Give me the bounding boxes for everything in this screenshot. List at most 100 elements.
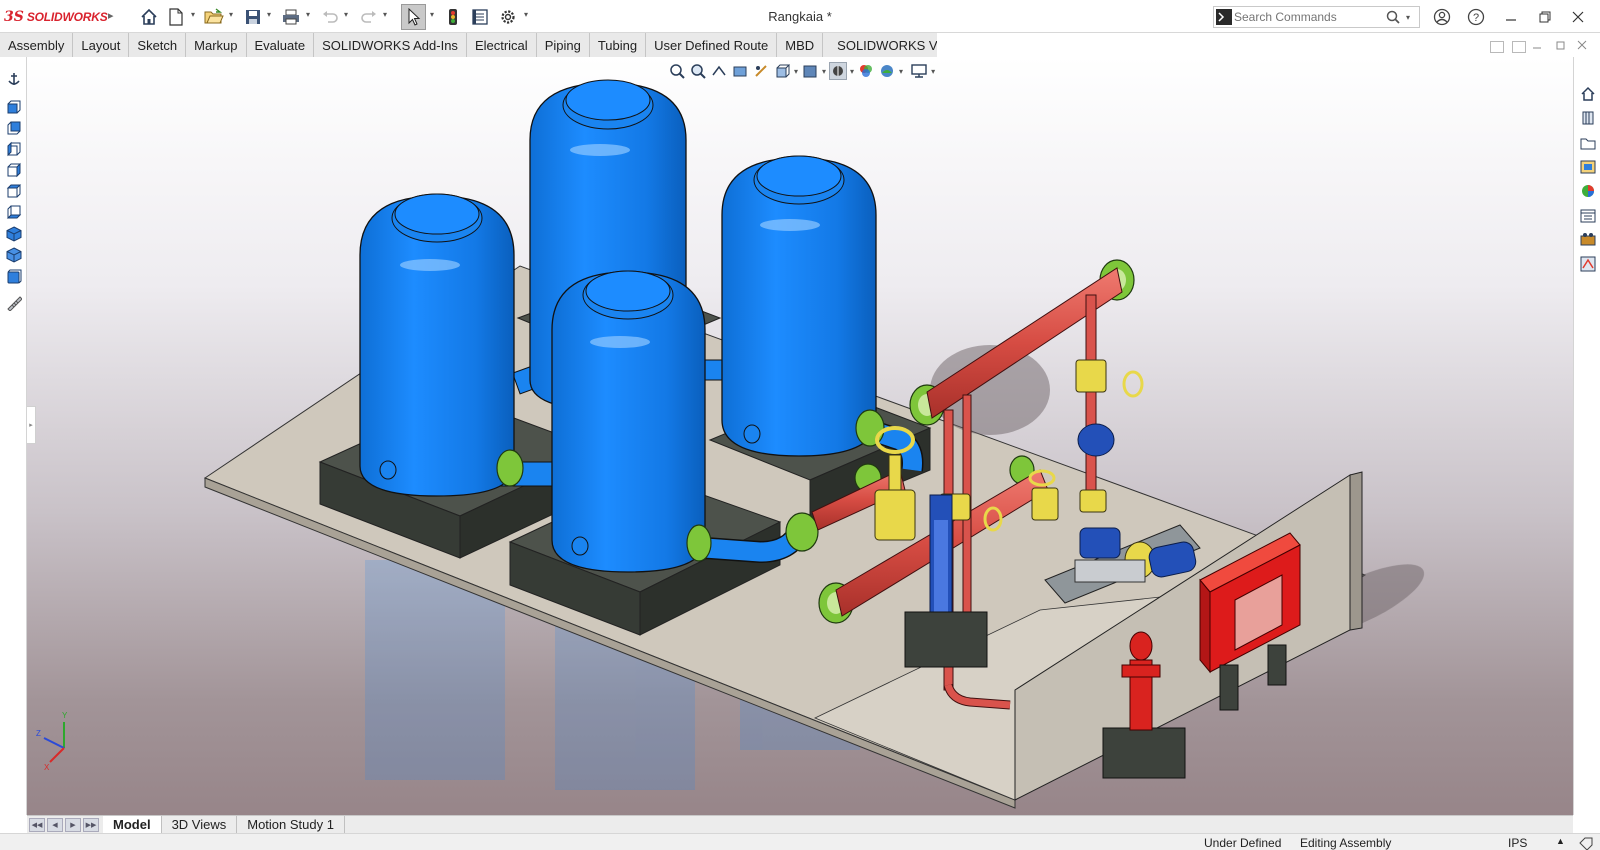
select-dropdown-icon[interactable]: ▾ bbox=[430, 10, 434, 19]
front-view-icon[interactable] bbox=[4, 97, 23, 116]
isometric-view-icon[interactable] bbox=[4, 224, 23, 243]
view-settings-icon[interactable] bbox=[910, 62, 928, 80]
edit-appearance-icon[interactable] bbox=[857, 62, 875, 80]
file-explorer-icon[interactable] bbox=[1578, 133, 1598, 153]
tab-layout[interactable]: Layout bbox=[73, 33, 130, 57]
dimetric-view-icon[interactable] bbox=[4, 266, 23, 285]
restore-icon[interactable] bbox=[1533, 6, 1557, 28]
minimize-icon[interactable] bbox=[1499, 6, 1523, 28]
tab-piping[interactable]: Piping bbox=[536, 33, 590, 57]
previous-tab-arrow-icon[interactable]: ◀ bbox=[47, 817, 63, 832]
search-commands-box[interactable]: ▾ bbox=[1213, 6, 1420, 28]
select-cursor-icon[interactable] bbox=[401, 4, 426, 30]
home-icon[interactable] bbox=[138, 6, 160, 28]
unit-system[interactable]: IPS bbox=[1508, 836, 1527, 850]
dynamic-annotation-icon[interactable] bbox=[752, 62, 770, 80]
solidworks-forum-icon[interactable] bbox=[1578, 230, 1598, 250]
tile-left-icon[interactable] bbox=[1490, 41, 1504, 53]
bottom-view-icon[interactable] bbox=[4, 202, 23, 221]
tab-sketch[interactable]: Sketch bbox=[129, 33, 187, 57]
search-dropdown-icon[interactable]: ▾ bbox=[1406, 13, 1410, 22]
tab-assembly[interactable]: Assembly bbox=[0, 33, 74, 57]
solidworks-logo[interactable]: 3S SOLIDWORKS bbox=[4, 7, 108, 27]
back-view-icon[interactable] bbox=[4, 118, 23, 137]
next-tab-arrow-icon[interactable]: ▶ bbox=[65, 817, 81, 832]
tank-left[interactable] bbox=[359, 193, 515, 497]
top-view-icon[interactable] bbox=[4, 181, 23, 200]
options-dropdown-icon[interactable]: ▾ bbox=[524, 10, 528, 19]
tab-solidworks-add-ins[interactable]: SOLIDWORKS Add-Ins bbox=[314, 33, 467, 57]
redo-dropdown-icon[interactable]: ▾ bbox=[383, 10, 387, 19]
user-account-icon[interactable] bbox=[1430, 6, 1454, 28]
view-orientation-icon[interactable] bbox=[773, 62, 791, 80]
file-properties-icon[interactable] bbox=[469, 6, 491, 28]
tab-markup[interactable]: Markup bbox=[186, 33, 247, 57]
save-icon[interactable] bbox=[242, 6, 264, 28]
menu-expand-arrow-icon[interactable]: ▸ bbox=[108, 9, 114, 22]
zoom-to-area-icon[interactable] bbox=[689, 62, 707, 80]
first-tab-arrow-icon[interactable]: ◀◀ bbox=[29, 817, 45, 832]
tank-front[interactable] bbox=[551, 270, 706, 573]
zoom-to-fit-icon[interactable] bbox=[668, 62, 686, 80]
measure-tool-icon[interactable] bbox=[4, 293, 23, 312]
display-style-icon[interactable] bbox=[801, 62, 819, 80]
view-settings-dropdown-icon[interactable]: ▾ bbox=[931, 67, 935, 76]
task-pane-tabs bbox=[1573, 57, 1600, 815]
apply-scene-icon[interactable] bbox=[878, 62, 896, 80]
close-icon[interactable] bbox=[1566, 6, 1590, 28]
save-dropdown-icon[interactable]: ▾ bbox=[267, 10, 271, 19]
open-folder-icon[interactable] bbox=[203, 6, 225, 28]
tab-user-defined-route[interactable]: User Defined Route bbox=[646, 33, 778, 57]
tab-evaluate[interactable]: Evaluate bbox=[246, 33, 315, 57]
doc-close-icon[interactable] bbox=[1570, 37, 1594, 53]
appearances-scenes-icon[interactable] bbox=[1578, 181, 1598, 201]
tank-right[interactable] bbox=[721, 155, 877, 457]
search-icon[interactable] bbox=[1384, 8, 1402, 26]
open-dropdown-icon[interactable]: ▾ bbox=[229, 10, 233, 19]
tab-model[interactable]: Model bbox=[103, 815, 162, 834]
ds-logo-mark: 3S bbox=[4, 9, 24, 25]
quick-tips-icon[interactable] bbox=[1578, 836, 1594, 850]
help-icon[interactable]: ? bbox=[1464, 6, 1488, 28]
new-dropdown-icon[interactable]: ▾ bbox=[191, 10, 195, 19]
unit-system-up-arrow-icon[interactable]: ▲ bbox=[1556, 836, 1565, 846]
feature-manager-expand-handle[interactable]: ▸ bbox=[27, 406, 36, 444]
search-input[interactable] bbox=[1234, 8, 1384, 26]
last-tab-arrow-icon[interactable]: ▶▶ bbox=[83, 817, 99, 832]
undo-icon[interactable] bbox=[319, 6, 341, 28]
hide-show-dropdown-icon[interactable]: ▾ bbox=[850, 67, 854, 76]
print-icon[interactable] bbox=[280, 6, 302, 28]
trimetric-view-icon[interactable] bbox=[4, 245, 23, 264]
tab-tubing[interactable]: Tubing bbox=[589, 33, 647, 57]
section-view-icon[interactable] bbox=[731, 62, 749, 80]
tab-electrical[interactable]: Electrical bbox=[466, 33, 537, 57]
print-dropdown-icon[interactable]: ▾ bbox=[306, 10, 310, 19]
options-gear-icon[interactable] bbox=[497, 6, 519, 28]
solidworks-resources-home-icon[interactable] bbox=[1578, 84, 1598, 104]
custom-properties-icon[interactable] bbox=[1578, 206, 1598, 226]
graphics-area[interactable]: Y Z X bbox=[27, 57, 1573, 815]
view-orientation-dropdown-icon[interactable]: ▾ bbox=[794, 67, 798, 76]
new-document-icon[interactable] bbox=[165, 6, 187, 28]
tab-mbd[interactable]: MBD bbox=[777, 33, 824, 57]
display-style-dropdown-icon[interactable]: ▾ bbox=[822, 67, 826, 76]
tab-3d-views[interactable]: 3D Views bbox=[162, 815, 238, 834]
solidworks-wordmark: SOLIDWORKS bbox=[26, 10, 108, 24]
view-palette-icon[interactable] bbox=[1578, 157, 1598, 177]
right-view-icon[interactable] bbox=[4, 160, 23, 179]
rebuild-traffic-light-icon[interactable] bbox=[442, 6, 464, 28]
motion-manager-icon[interactable] bbox=[1578, 254, 1598, 274]
doc-minimize-icon[interactable] bbox=[1525, 37, 1549, 53]
undo-dropdown-icon[interactable]: ▾ bbox=[344, 10, 348, 19]
tab-motion-study-1[interactable]: Motion Study 1 bbox=[237, 815, 345, 834]
assembly-model-3d[interactable]: Y Z X bbox=[27, 57, 1573, 815]
design-library-icon[interactable] bbox=[1578, 108, 1598, 128]
apply-scene-dropdown-icon[interactable]: ▾ bbox=[899, 67, 903, 76]
previous-view-icon[interactable] bbox=[710, 62, 728, 80]
hide-show-items-icon[interactable] bbox=[829, 62, 848, 80]
anchor-icon[interactable] bbox=[4, 69, 23, 88]
redo-icon[interactable] bbox=[358, 6, 380, 28]
tile-right-icon[interactable] bbox=[1512, 41, 1526, 53]
left-view-icon[interactable] bbox=[4, 139, 23, 158]
axis-triad: Y Z X bbox=[36, 711, 68, 772]
